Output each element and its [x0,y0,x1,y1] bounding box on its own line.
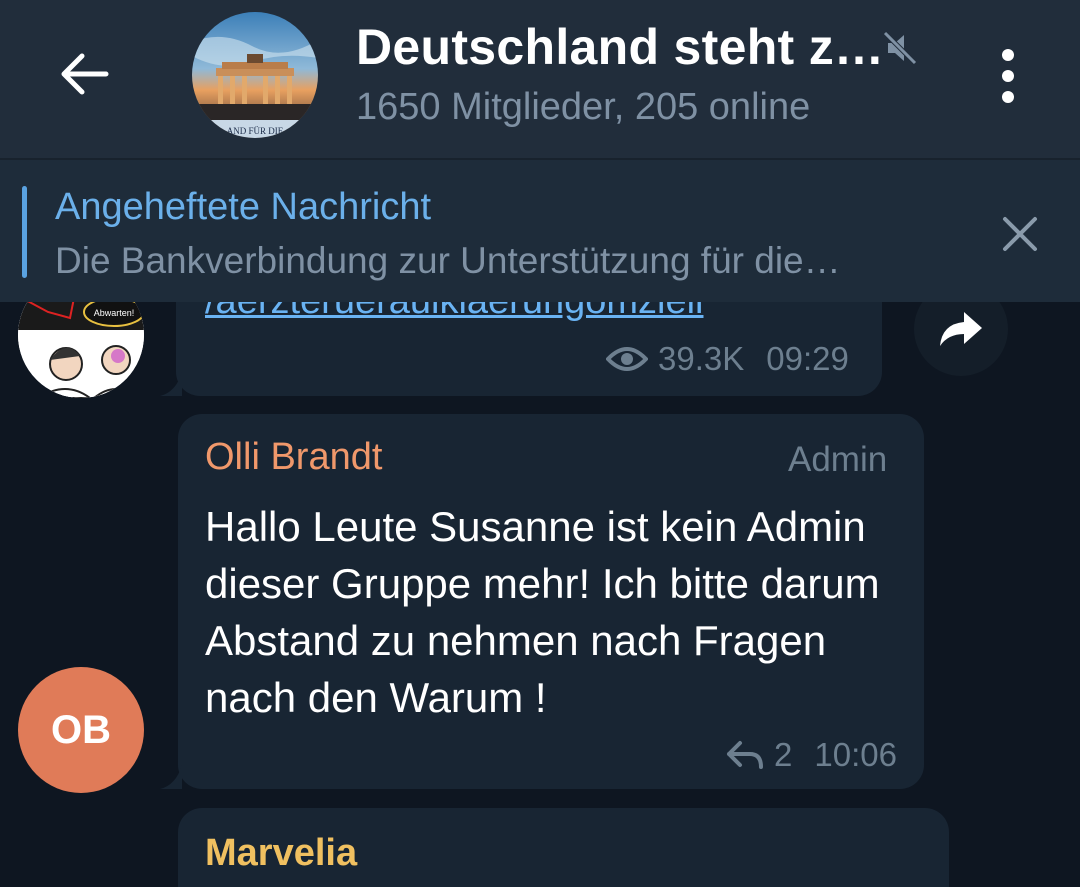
pinned-title: Angeheftete Nachricht [55,186,432,228]
back-arrow-icon [61,53,109,95]
sender-name[interactable]: Marvelia [205,832,357,875]
reply-count[interactable]: 2 [774,736,792,774]
pinned-close-button[interactable] [990,208,1050,260]
share-icon [940,312,982,346]
eye-icon [606,347,648,371]
group-title[interactable]: Deutschland steht z… [356,18,884,76]
admin-badge: Admin [788,440,888,479]
group-avatar[interactable]: AND FÜR DIE [192,12,318,138]
avatar-caption: AND FÜR DIE [227,126,284,136]
message-text: Hallo Leute Susanne ist kein Admin diese… [205,503,880,721]
pin-indicator [22,186,27,278]
message-time: 10:06 [814,736,897,773]
reply-icon [727,741,763,769]
close-icon [1003,217,1037,251]
chat-header: AND FÜR DIE Deutschland steht z… 1650 Mi… [0,0,1080,158]
message-time: 09:29 [766,340,849,377]
message-meta: 2 10:06 [726,736,897,774]
more-vert-icon[interactable] [984,40,1032,112]
pinned-text: Die Bankverbindung zur Unterstützung für… [55,240,841,281]
group-member-status: 1650 Mitglieder, 205 online [356,86,811,128]
back-button[interactable] [48,42,120,106]
bubble-tail [160,765,182,789]
sender-name[interactable]: Olli Brandt [205,436,382,479]
message-meta: 39.3K 09:29 [606,340,849,378]
avatar-caption: Abwarten! [94,308,135,318]
sender-avatar[interactable]: OB [18,667,144,793]
view-count: 39.3K [658,340,745,377]
bubble-tail [160,372,182,396]
mute-icon [883,31,917,65]
pinned-message-bar[interactable]: Angeheftete Nachricht Die Bankverbindung… [0,158,1080,302]
